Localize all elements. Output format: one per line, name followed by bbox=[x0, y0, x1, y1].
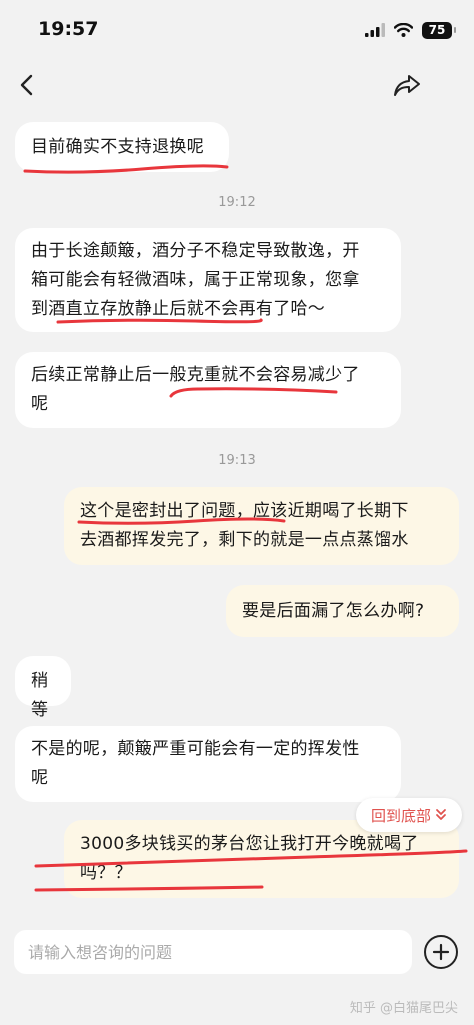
message-incoming: 稍等 bbox=[15, 656, 71, 720]
battery-icon: 75 bbox=[422, 21, 456, 39]
message-text: 要是后面漏了怎么办啊? bbox=[242, 601, 425, 621]
message-incoming: 后续正常静止后一般克重就不会容易减少了 呢 bbox=[15, 352, 401, 428]
back-to-bottom-button[interactable]: 回到底部 bbox=[356, 798, 462, 832]
message-outgoing: 这个是密封出了问题，应该近期喝了长期下 去酒都挥发完了，剩下的就是一点点蒸馏水 bbox=[64, 487, 459, 565]
nav-bar bbox=[0, 60, 474, 110]
message-line: 不是的呢，颠簸严重可能会有一定的挥发性 bbox=[31, 739, 360, 759]
message-line: 呢 bbox=[31, 768, 49, 788]
message-line: 由于长途颠簸，酒分子不稳定导致散逸，开 bbox=[31, 241, 360, 261]
back-button[interactable] bbox=[14, 70, 40, 100]
message-line: 3000多块钱买的茅台您让我打开今晚就喝了 bbox=[80, 834, 419, 854]
timestamp: 19:13 bbox=[218, 453, 256, 468]
plus-icon bbox=[432, 943, 450, 961]
back-to-bottom-label: 回到底部 bbox=[370, 806, 431, 825]
message-line: 呢 bbox=[31, 394, 49, 414]
add-button[interactable] bbox=[424, 935, 458, 969]
message-line: 吗？？ bbox=[80, 863, 132, 883]
chat-area[interactable]: 目前确实不支持退换呢 19:12 由于长途颠簸，酒分子不稳定导致散逸，开 箱可能… bbox=[0, 110, 474, 925]
message-input[interactable] bbox=[14, 930, 412, 974]
message-line: 去酒都挥发完了，剩下的就是一点点蒸馏水 bbox=[80, 530, 409, 550]
message-incoming: 不是的呢，颠簸严重可能会有一定的挥发性 呢 bbox=[15, 726, 401, 802]
status-icons: 75 bbox=[365, 20, 456, 40]
status-bar: 19:57 75 bbox=[0, 0, 474, 60]
message-text: 目前确实不支持退换呢 bbox=[31, 137, 204, 157]
chevron-left-icon bbox=[20, 74, 33, 96]
message-outgoing: 要是后面漏了怎么办啊? bbox=[226, 585, 459, 637]
share-button[interactable] bbox=[392, 70, 422, 100]
input-bar: 知乎 @白猫尾巴尖 bbox=[0, 925, 474, 1025]
wifi-icon bbox=[394, 23, 413, 37]
message-line: 后续正常静止后一般克重就不会容易减少了 bbox=[31, 365, 360, 385]
message-incoming: 目前确实不支持退换呢 bbox=[15, 122, 229, 172]
status-time: 19:57 bbox=[38, 18, 99, 40]
share-icon bbox=[394, 75, 420, 96]
double-chevron-down-icon bbox=[436, 809, 446, 820]
message-incoming: 由于长途颠簸，酒分子不稳定导致散逸，开 箱可能会有轻微酒味，属于正常现象，您拿 … bbox=[15, 228, 401, 332]
message-line: 到酒直立存放静止后就不会再有了哈～ bbox=[31, 299, 326, 319]
message-text: 稍等 bbox=[31, 671, 49, 720]
signal-icon bbox=[365, 23, 385, 37]
message-line: 箱可能会有轻微酒味，属于正常现象，您拿 bbox=[31, 270, 360, 290]
watermark: 知乎 @白猫尾巴尖 bbox=[349, 1001, 458, 1016]
battery-level: 75 bbox=[428, 23, 446, 37]
message-line: 这个是密封出了问题，应该近期喝了长期下 bbox=[80, 501, 409, 521]
timestamp: 19:12 bbox=[218, 195, 256, 210]
